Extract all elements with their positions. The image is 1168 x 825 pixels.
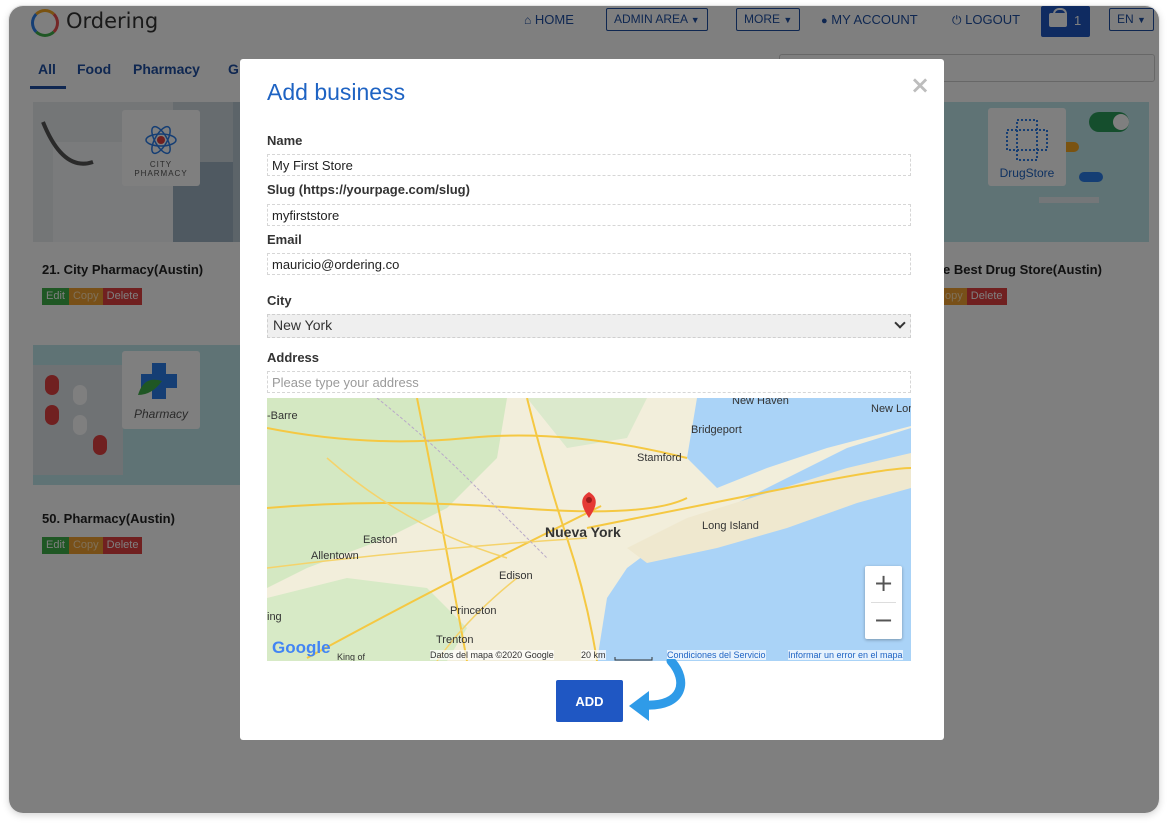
slug-input[interactable]	[267, 204, 911, 226]
address-input[interactable]	[267, 371, 911, 393]
app: Ordering ⌂ HOME ADMIN AREA ▼ MORE ▼ ● MY…	[9, 6, 1159, 813]
city-label: City	[267, 293, 292, 308]
add-business-modal: Add business × Name Slug (https://yourpa…	[240, 59, 944, 740]
address-map[interactable]: -Barre New Haven New Lon Bridgeport Stam…	[267, 398, 911, 661]
map-label: Edison	[499, 570, 533, 582]
city-select[interactable]: New York	[267, 314, 911, 338]
close-icon[interactable]: ×	[910, 73, 930, 97]
browser-frame: Ordering ⌂ HOME ADMIN AREA ▼ MORE ▼ ● MY…	[9, 6, 1159, 813]
map-label: New Lon	[871, 403, 911, 415]
name-label: Name	[267, 133, 303, 148]
map-footer: Datos del mapa ©2020 Google 20 km Condic…	[267, 649, 911, 661]
slug-label: Slug (https://yourpage.com/slug)	[267, 182, 470, 197]
map-label: ing	[267, 611, 282, 623]
zoom-out-button[interactable]: −	[865, 603, 902, 639]
map-label: Allentown	[311, 550, 359, 562]
map-label: New Haven	[732, 398, 789, 407]
map-scale: 20 km	[581, 650, 606, 660]
modal-title: Add business	[267, 79, 406, 105]
zoom-controls: + −	[865, 566, 902, 639]
map-report-link[interactable]: Informar un error en el mapa	[788, 650, 903, 660]
zoom-in-button[interactable]: +	[865, 566, 902, 602]
map-label: Long Island	[702, 520, 759, 532]
map-label: Nueva York	[545, 524, 621, 540]
map-label: Stamford	[637, 452, 682, 464]
map-label: Bridgeport	[691, 424, 742, 436]
curved-arrow-icon	[629, 659, 686, 721]
email-label: Email	[267, 232, 302, 247]
address-label: Address	[267, 350, 320, 365]
email-input[interactable]	[267, 253, 911, 275]
name-input[interactable]	[267, 154, 911, 176]
city-select-value: New York	[273, 317, 333, 333]
map-label: Easton	[363, 534, 398, 546]
map-label: Princeton	[450, 605, 497, 617]
chevron-down-icon	[894, 317, 906, 329]
add-button[interactable]: ADD	[556, 680, 623, 722]
map-label: Trenton	[436, 634, 474, 646]
map-label: -Barre	[267, 410, 298, 422]
map-data-credit: Datos del mapa ©2020 Google	[430, 650, 554, 660]
